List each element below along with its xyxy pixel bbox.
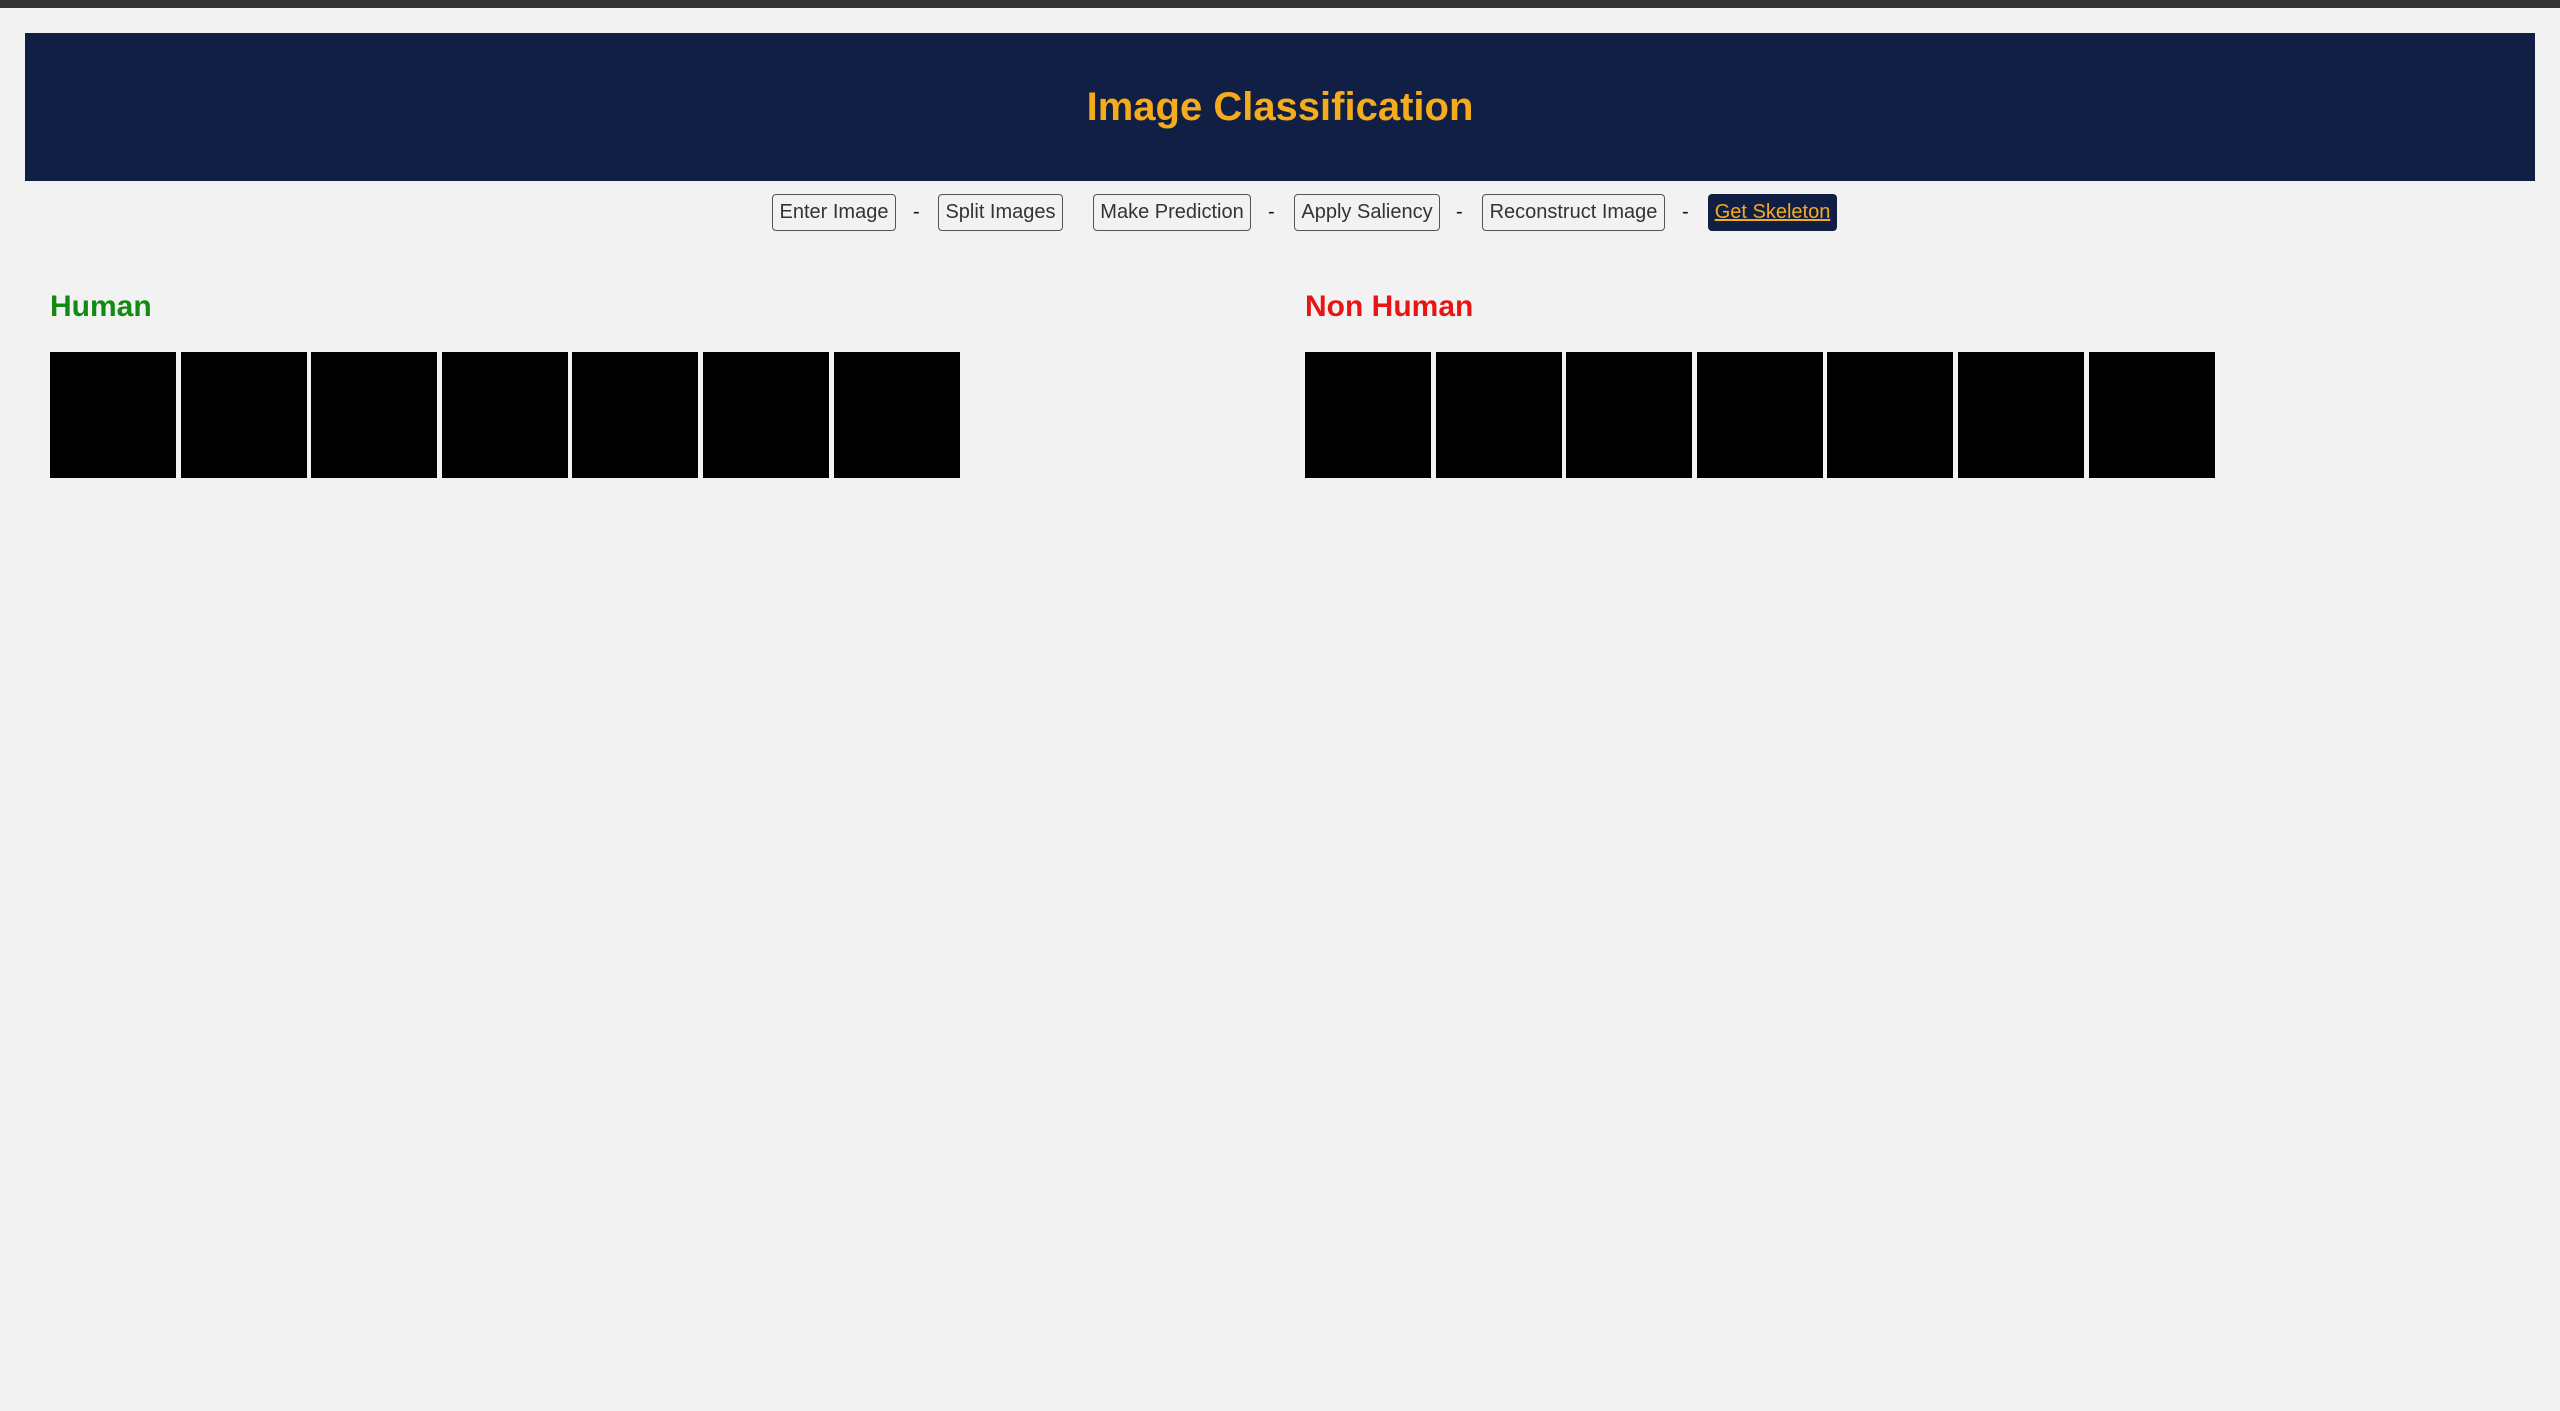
human-image-tile — [50, 352, 176, 478]
top-strip — [0, 0, 2560, 8]
nav-separator: - — [1268, 201, 1275, 223]
nav-separator: - — [913, 201, 920, 223]
enter-image-button[interactable]: Enter Image — [772, 194, 896, 231]
non-human-image-tile — [1436, 352, 1562, 478]
human-section-title: Human — [50, 290, 152, 323]
step-navigation: Enter Image - Split Images Make Predicti… — [0, 194, 2560, 231]
non-human-section-title: Non Human — [1305, 290, 1474, 323]
get-skeleton-button[interactable]: Get Skeleton — [1708, 194, 1837, 231]
human-image-tile — [834, 352, 960, 478]
human-image-tile — [181, 352, 307, 478]
non-human-image-tile — [1958, 352, 2084, 478]
non-human-image-tile — [2089, 352, 2215, 478]
human-image-tile — [703, 352, 829, 478]
make-prediction-button[interactable]: Make Prediction — [1093, 194, 1251, 231]
human-image-gallery — [50, 352, 960, 478]
split-images-button[interactable]: Split Images — [938, 194, 1063, 231]
human-image-tile — [572, 352, 698, 478]
non-human-image-tile — [1697, 352, 1823, 478]
human-image-tile — [442, 352, 568, 478]
apply-saliency-button[interactable]: Apply Saliency — [1294, 194, 1440, 231]
non-human-image-tile — [1305, 352, 1431, 478]
human-image-tile — [311, 352, 437, 478]
non-human-image-tile — [1566, 352, 1692, 478]
reconstruct-image-button[interactable]: Reconstruct Image — [1482, 194, 1665, 231]
page-title: Image Classification — [1086, 84, 1474, 129]
non-human-image-gallery — [1305, 352, 2215, 478]
nav-separator: - — [1682, 201, 1689, 223]
page-header: Image Classification — [25, 33, 2535, 181]
nav-separator: - — [1456, 201, 1463, 223]
non-human-image-tile — [1827, 352, 1953, 478]
